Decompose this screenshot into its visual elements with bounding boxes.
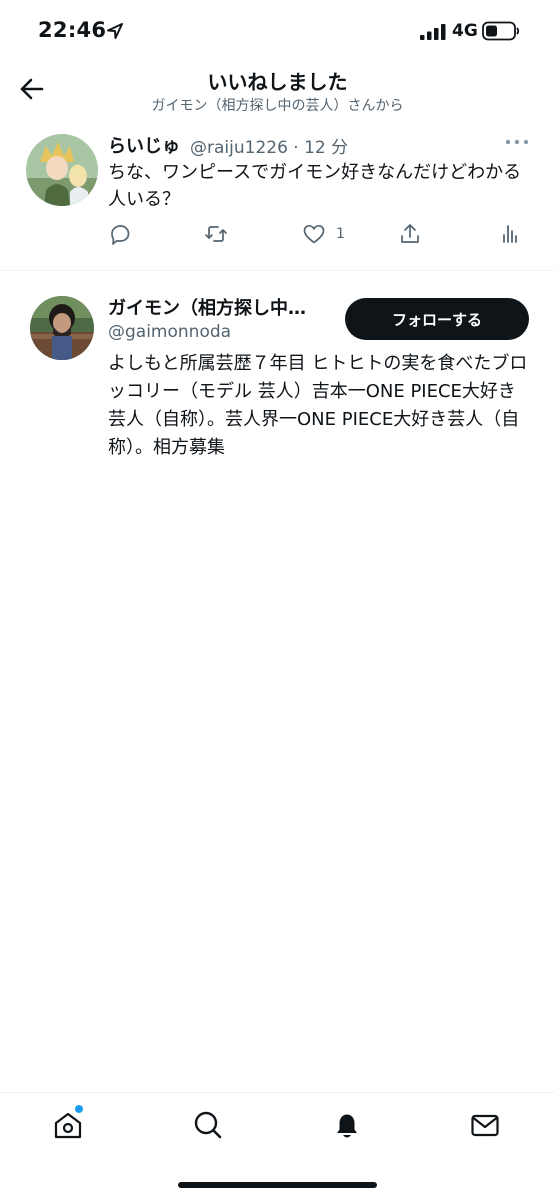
page-subtitle: ガイモン（相方探し中の芸人）さんから [151, 98, 404, 114]
user-avatar[interactable] [30, 296, 94, 360]
share-icon [401, 224, 419, 243]
user-display-name[interactable]: ガイモン（相方探し中… [108, 294, 306, 320]
more-options-icon[interactable] [504, 137, 530, 147]
reply-icon [111, 225, 130, 245]
analytics-icon [503, 225, 517, 243]
home-notification-dot [75, 1105, 83, 1113]
heart-icon [303, 224, 325, 244]
search-icon[interactable] [192, 1109, 224, 1141]
user-card[interactable]: ガイモン（相方探し中… @gaimonnoda フォローする よしもと所属芸歴７… [0, 272, 555, 472]
tweet-avatar[interactable] [26, 134, 98, 206]
share-button[interactable] [398, 221, 422, 247]
home-indicator [178, 1182, 377, 1188]
tweet-author-name[interactable]: らいじゅ [108, 132, 180, 158]
retweet-button[interactable] [204, 221, 228, 247]
user-bio: よしもと所属芸歴７年目 ヒトヒトの実を食べたブロッコリー（モデル 芸人）吉本一O… [108, 353, 528, 458]
tweet-author-handle-time: @raiju1226 · 12 分 [190, 138, 349, 158]
status-time: 22:46 [38, 18, 107, 42]
tweet-text: ちな、ワンピースでガイモン好きなんだけどわかる人いる？ [108, 162, 522, 210]
tweet[interactable]: らいじゅ @raiju1226 · 12 分 ちな、ワンピースでガイモン好きなん… [0, 125, 555, 271]
status-bar: 22:46 4G [0, 0, 555, 62]
reply-button[interactable] [108, 221, 132, 247]
battery-icon [482, 21, 520, 41]
home-icon[interactable] [52, 1109, 84, 1141]
follow-button[interactable]: フォローする [345, 298, 529, 340]
location-arrow-icon [107, 23, 123, 39]
like-count: 1 [336, 226, 345, 242]
analytics-button[interactable] [498, 221, 522, 247]
network-label: 4G [452, 21, 478, 41]
user-handle: @gaimonnoda [108, 322, 232, 342]
notifications-icon[interactable] [331, 1109, 363, 1141]
retweet-icon [205, 226, 227, 242]
signal-icon [420, 24, 446, 40]
messages-icon[interactable] [469, 1109, 501, 1141]
page-title: いいねしました [207, 70, 348, 94]
like-button[interactable]: 1 [302, 221, 345, 247]
